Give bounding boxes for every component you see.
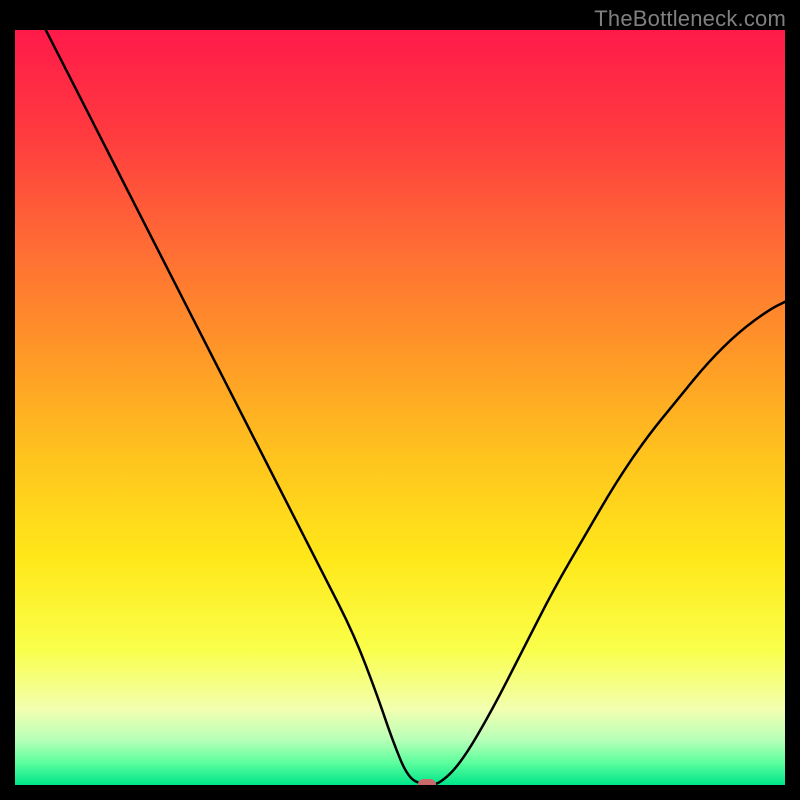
bottleneck-chart <box>15 30 785 785</box>
watermark-text: TheBottleneck.com <box>594 6 786 32</box>
chart-svg <box>15 30 785 785</box>
